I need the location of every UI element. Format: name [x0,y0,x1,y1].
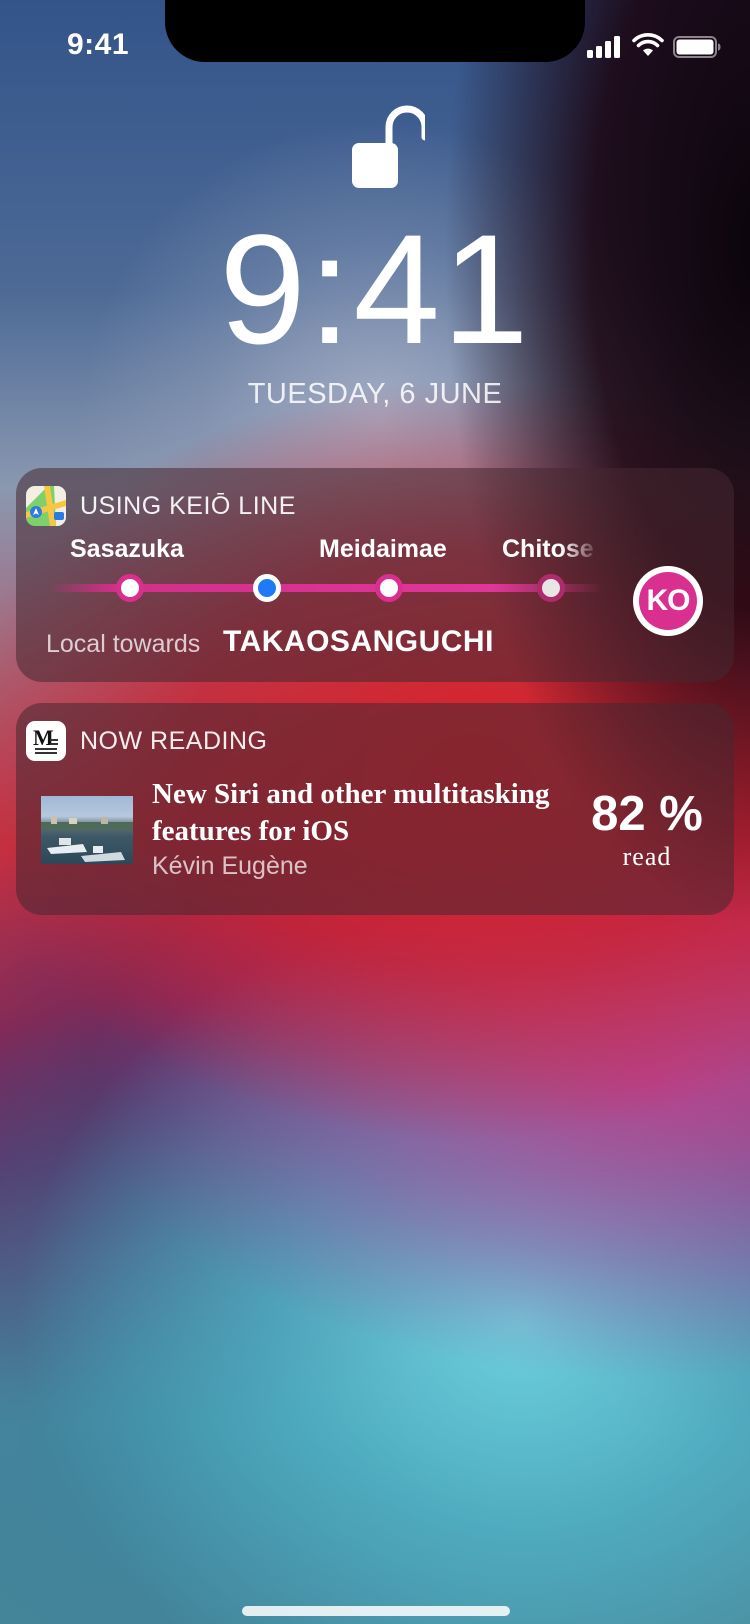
cellular-signal-icon [587,36,623,58]
station-label: Meidaimae [319,535,447,563]
keio-line-badge-text: KO [639,572,697,630]
battery-icon [673,36,721,58]
reading-widget-header: M NOW READING [26,721,267,761]
station-label: Chitose [502,535,594,563]
towards-label: Local towards [46,630,201,658]
notch [165,0,585,62]
transit-widget-header: USING KEIŌ LINE [26,486,296,526]
read-percentage: 82 % [591,787,703,841]
home-indicator[interactable] [242,1606,510,1616]
article-title: New Siri and other multitasking features… [152,778,550,847]
station-label: Sasazuka [70,535,184,563]
status-bar-time: 9:41 [66,28,130,61]
station-stop [375,574,403,602]
read-percentage-label: read [622,842,672,871]
transit-widget-title: USING KEIŌ LINE [80,491,296,520]
station-stop [116,574,144,602]
lock-screen-date: TUESDAY, 6 JUNE [247,378,503,410]
destination: TAKAOSANGUCHI [223,625,494,658]
station-stop [537,574,565,602]
keio-line-badge: KO [633,566,703,636]
reading-widget-title: NOW READING [80,726,268,755]
article-thumbnail[interactable] [41,796,133,864]
lock-screen-time: 9:41 [219,203,531,377]
article-author: Kévin Eugène [152,852,308,880]
maps-app-icon [26,486,66,526]
current-position-marker [253,574,281,602]
unlocked-padlock-icon [352,105,425,188]
wifi-icon [632,33,664,56]
medium-app-icon: M [26,721,66,761]
